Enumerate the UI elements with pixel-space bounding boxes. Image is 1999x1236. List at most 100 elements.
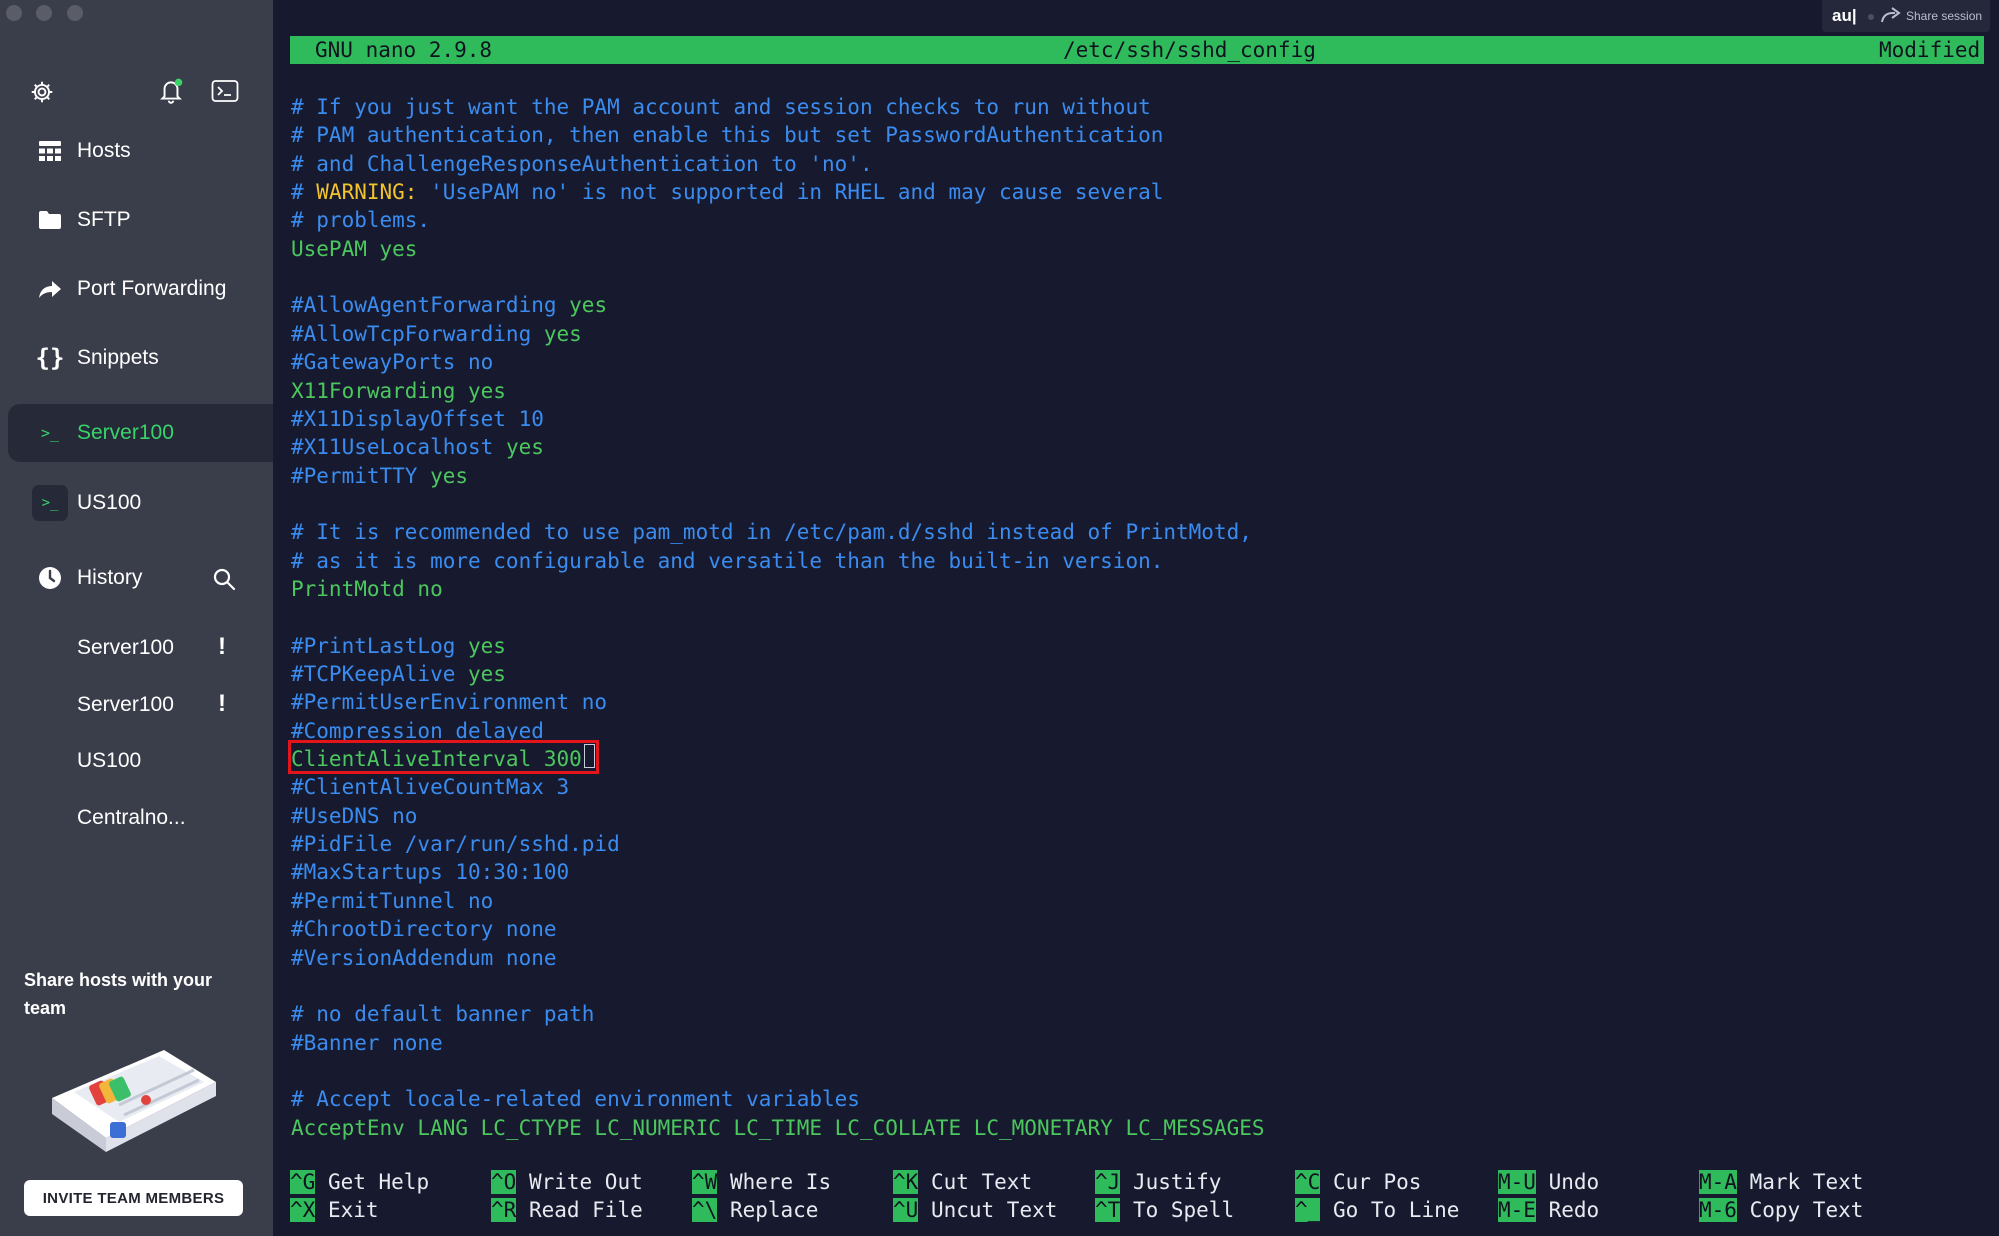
shortcut-label: Uncut Text bbox=[918, 1198, 1058, 1222]
sidebar-item-label: Snippets bbox=[77, 346, 159, 369]
gear-icon[interactable] bbox=[28, 78, 56, 106]
sidebar-item-sftp[interactable]: SFTP bbox=[8, 191, 273, 249]
editor-line[interactable]: # WARNING: 'UsePAM no' is not supported … bbox=[291, 178, 1163, 206]
share-session-label: Share session bbox=[1906, 9, 1983, 23]
window-minimize-button[interactable] bbox=[36, 5, 52, 21]
editor-line[interactable]: # If you just want the PAM account and s… bbox=[291, 93, 1151, 121]
sidebar-item-hosts[interactable]: Hosts bbox=[8, 122, 273, 180]
shortcut-item[interactable]: ^C Cur Pos bbox=[1295, 1168, 1421, 1196]
history-item-us100[interactable]: US100 bbox=[77, 749, 141, 773]
shortcut-label: Get Help bbox=[315, 1170, 430, 1194]
shortcut-key: ^W bbox=[692, 1170, 718, 1194]
code-token: #TCPKeepAlive bbox=[291, 662, 456, 686]
sidebar-item-snippets[interactable]: {} Snippets bbox=[8, 329, 273, 387]
editor-line[interactable]: #X11DisplayOffset 10 bbox=[291, 405, 544, 433]
editor-line[interactable]: X11Forwarding yes bbox=[291, 377, 506, 405]
editor-line[interactable]: #ClientAliveCountMax 3 bbox=[291, 773, 569, 801]
shortcut-item[interactable]: M-E Redo bbox=[1498, 1196, 1599, 1224]
editor-line[interactable]: #PrintLastLog yes bbox=[291, 632, 506, 660]
shortcut-item[interactable]: ^X Exit bbox=[290, 1196, 379, 1224]
promo-title: Share hosts with your team bbox=[24, 970, 213, 1018]
terminal-prompt-icon-wrap: >_ bbox=[30, 483, 70, 523]
shortcut-item[interactable]: ^O Write Out bbox=[491, 1168, 643, 1196]
editor-line[interactable]: #PermitTunnel no bbox=[291, 887, 493, 915]
shortcut-label: To Spell bbox=[1120, 1198, 1235, 1222]
code-token: #PermitTTY bbox=[291, 463, 418, 488]
editor-line[interactable]: #VersionAddendum none bbox=[291, 944, 557, 972]
shortcut-item[interactable]: ^\ Replace bbox=[692, 1196, 818, 1224]
shortcut-label: Justify bbox=[1120, 1170, 1222, 1194]
editor-line[interactable]: #PidFile /var/run/sshd.pid bbox=[291, 830, 620, 858]
shortcut-label: Cut Text bbox=[918, 1170, 1033, 1194]
shortcut-item[interactable]: ^W Where Is bbox=[692, 1168, 831, 1196]
code-token: UsePAM yes bbox=[291, 236, 418, 261]
code-token: 'UsePAM no' is not supported in RHEL and… bbox=[417, 180, 1164, 205]
shortcut-label: Copy Text bbox=[1736, 1198, 1864, 1222]
editor-line[interactable]: # as it is more configurable and versati… bbox=[291, 547, 1163, 575]
shortcut-item[interactable]: ^T To Spell bbox=[1095, 1196, 1234, 1224]
shared-hosts-illustration bbox=[44, 1030, 224, 1155]
shortcut-label: Read File bbox=[516, 1198, 643, 1222]
editor-line[interactable]: # and ChallengeResponseAuthentication to… bbox=[291, 150, 873, 178]
shortcut-item[interactable]: M-U Undo bbox=[1498, 1168, 1599, 1196]
code-token: yes bbox=[417, 463, 469, 488]
window-close-button[interactable] bbox=[6, 5, 22, 21]
sidebar-item-port-forwarding[interactable]: Port Forwarding bbox=[8, 260, 273, 318]
shortcut-item[interactable]: ^K Cut Text bbox=[893, 1168, 1032, 1196]
editor-line[interactable]: #PermitUserEnvironment no bbox=[291, 688, 607, 716]
editor-line[interactable]: # Accept locale-related environment vari… bbox=[291, 1085, 860, 1113]
code-token: #X11UseLocalhost bbox=[291, 435, 494, 460]
shortcut-item[interactable]: ^U Uncut Text bbox=[893, 1196, 1057, 1224]
invite-team-members-button[interactable]: INVITE TEAM MEMBERS bbox=[24, 1180, 243, 1216]
editor-line[interactable]: # problems. bbox=[291, 206, 430, 234]
shortcut-label: Go To Line bbox=[1320, 1198, 1460, 1222]
shortcut-item[interactable]: M-A Mark Text bbox=[1699, 1168, 1863, 1196]
shortcut-label: Write Out bbox=[516, 1170, 643, 1194]
window-zoom-button[interactable] bbox=[67, 5, 83, 21]
editor-line[interactable]: #GatewayPorts no bbox=[291, 348, 493, 376]
editor-line[interactable]: #AllowAgentForwarding yes bbox=[291, 291, 607, 319]
code-token: #ChrootDirectory none bbox=[291, 917, 557, 942]
shortcut-item[interactable]: M-6 Copy Text bbox=[1699, 1196, 1863, 1224]
editor-line[interactable]: #X11UseLocalhost yes bbox=[291, 433, 544, 461]
code-token: yes bbox=[531, 321, 582, 346]
code-token: #GatewayPorts no bbox=[291, 350, 494, 375]
shortcut-item[interactable]: ^J Justify bbox=[1095, 1168, 1221, 1196]
shortcut-key: ^C bbox=[1295, 1170, 1321, 1194]
editor-line[interactable]: AcceptEnv LANG LC_CTYPE LC_NUMERIC LC_TI… bbox=[291, 1114, 1265, 1142]
search-icon[interactable] bbox=[210, 565, 238, 593]
sidebar-item-us100[interactable]: >_ US100 bbox=[8, 474, 273, 532]
code-token: #VersionAddendum none bbox=[291, 945, 557, 970]
bell-icon[interactable] bbox=[156, 76, 186, 106]
editor-line[interactable]: #UseDNS no bbox=[291, 802, 417, 830]
folder-icon bbox=[36, 206, 64, 234]
terminal-pane[interactable]: au| Share session GNU nano 2.9.8 /etc/ss… bbox=[273, 0, 1999, 1236]
editor-line[interactable]: #MaxStartups 10:30:100 bbox=[291, 858, 569, 886]
editor-line[interactable]: # PAM authentication, then enable this b… bbox=[291, 121, 1163, 149]
shortcut-item[interactable]: ^R Read File bbox=[491, 1196, 643, 1224]
shortcut-item[interactable]: ^G Get Help bbox=[290, 1168, 429, 1196]
editor-line[interactable]: #PermitTTY yes bbox=[291, 462, 468, 490]
share-arrow-icon bbox=[1880, 6, 1902, 30]
editor-line[interactable]: #TCPKeepAlive yes bbox=[291, 660, 506, 688]
history-item-server100[interactable]: Server100 bbox=[77, 636, 174, 660]
editor-line[interactable]: #AllowTcpForwarding yes bbox=[291, 320, 582, 348]
terminal-prompt-icon: >_ bbox=[40, 424, 60, 442]
highlight-box bbox=[288, 740, 599, 774]
sidebar-item-server100[interactable]: >_ Server100 bbox=[8, 404, 273, 462]
history-item-centralno[interactable]: Centralno... bbox=[77, 806, 186, 830]
editor-line[interactable]: # It is recommended to use pam_motd in /… bbox=[291, 518, 1252, 546]
history-item-server100[interactable]: Server100 bbox=[77, 693, 174, 717]
terminal-icon[interactable] bbox=[210, 78, 240, 104]
editor-line[interactable]: #Banner none bbox=[291, 1029, 443, 1057]
shortcut-label: Redo bbox=[1535, 1198, 1600, 1222]
editor-line[interactable]: PrintMotd no bbox=[291, 575, 443, 603]
editor-line[interactable]: UsePAM yes bbox=[291, 235, 417, 263]
share-session-button[interactable]: au| Share session bbox=[1822, 0, 1990, 32]
shortcut-item[interactable]: ^_ Go To Line bbox=[1295, 1196, 1459, 1224]
shortcut-key: ^J bbox=[1095, 1170, 1121, 1194]
editor-line[interactable]: # no default banner path bbox=[291, 1000, 594, 1028]
editor-line[interactable]: #ChrootDirectory none bbox=[291, 915, 557, 943]
code-token: # It is recommended to use pam_motd in /… bbox=[291, 520, 1252, 545]
code-token: #MaxStartups 10:30:100 bbox=[291, 860, 570, 885]
